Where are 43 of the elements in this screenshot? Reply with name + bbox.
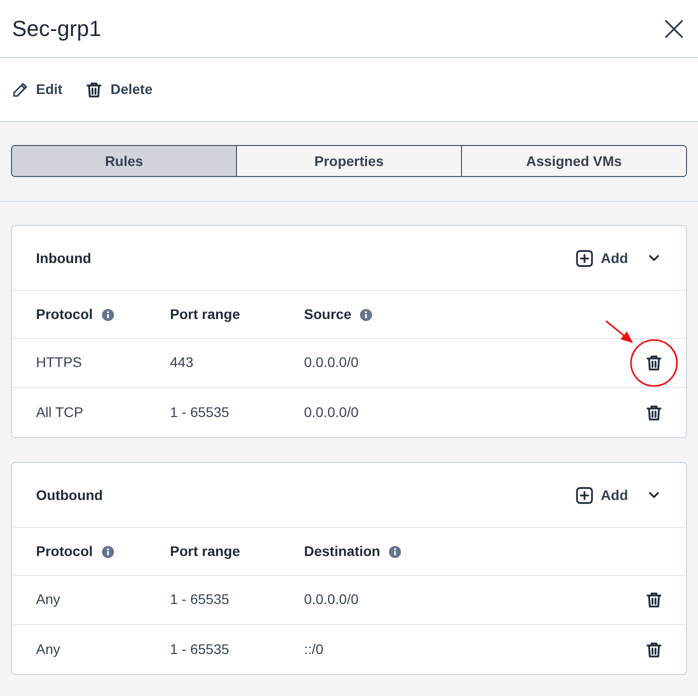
delete-row-button[interactable] [646,355,662,371]
trash-icon [646,592,662,608]
column-header: Destination [304,542,380,561]
table-cell: 0.0.0.0/0 [304,354,358,370]
close-button[interactable] [665,20,683,38]
window-title: Sec-grp1 [12,18,102,40]
trash-icon [86,82,102,98]
column-header: Protocol [36,542,93,561]
add-button[interactable]: Add [576,248,628,268]
column-header: Protocol [36,305,93,324]
delete-row-button[interactable] [646,592,662,608]
plus-square-icon [576,486,593,504]
plus-square-icon [576,250,593,266]
table-cell: 1 - 65535 [170,591,230,607]
pencil-icon [12,82,28,98]
close-icon [665,20,683,38]
trash-icon [646,355,662,371]
table-cell: All TCP [36,404,84,420]
column-header: Port range [170,542,240,561]
delete-button[interactable]: Delete [86,79,152,100]
section-title: Inbound [36,248,92,268]
table-cell: 443 [170,354,194,370]
add-button[interactable]: Add [576,484,628,506]
table-cell: Any [36,640,60,656]
tab[interactable]: Rules [12,146,236,176]
table-cell: HTTPS [36,354,82,370]
chevron-down-icon [649,255,659,261]
delete-row-button[interactable] [646,404,662,420]
chevron-down-icon [649,492,659,498]
trash-icon [646,642,662,658]
table-cell: 1 - 65535 [170,640,230,656]
tab[interactable]: Assigned VMs [461,146,686,176]
edit-button[interactable]: Edit [12,79,62,100]
table-cell: 0.0.0.0/0 [304,591,358,607]
delete-row-button[interactable] [646,642,662,658]
table-cell: 1 - 65535 [170,404,230,420]
table-cell: Any [36,591,60,607]
table-cell: 0.0.0.0/0 [304,404,358,420]
section-title: Outbound [36,486,103,504]
column-header: Source [304,305,352,324]
table-cell: ::/0 [304,640,324,656]
trash-icon [646,404,662,420]
column-header: Port range [170,305,240,324]
